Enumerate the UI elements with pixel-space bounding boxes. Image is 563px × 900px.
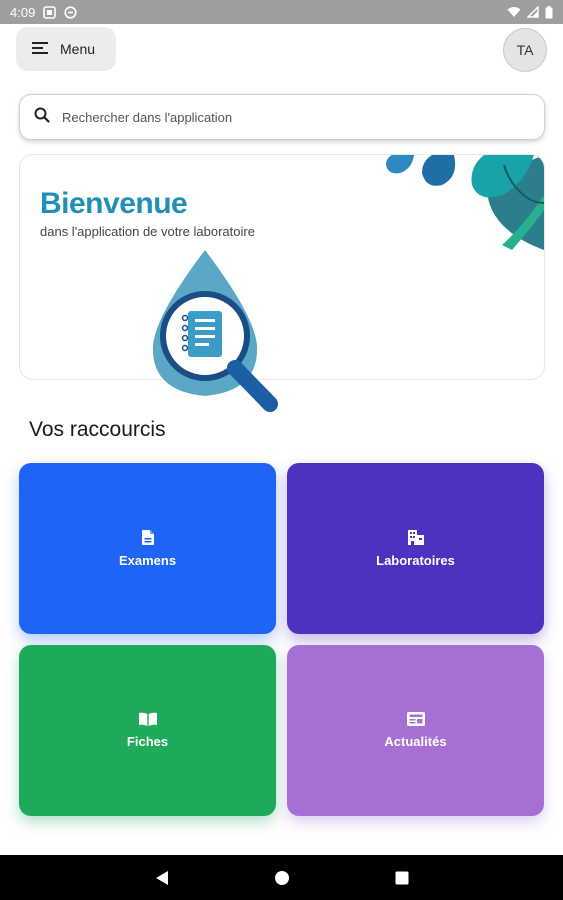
shortcut-examens[interactable]: Examens [19,463,276,634]
home-button[interactable] [222,855,342,900]
home-icon [274,870,289,885]
battery-icon [545,5,553,19]
shortcut-label: Actualités [384,734,447,749]
banner-title: Bienvenue [40,187,188,220]
navigation-bar [0,855,563,900]
book-icon [138,712,157,726]
shortcut-actualites[interactable]: Actualités [287,645,544,816]
shortcut-label: Examens [118,552,177,568]
shortcuts-title: Vos raccourcis [29,418,166,441]
shortcut-label: Fiches [126,734,169,749]
banner-subtitle: dans l'application de votre laboratoire [40,224,255,239]
notification-icon [43,5,57,19]
menu-button[interactable]: Menu [16,27,116,71]
shortcut-laboratoires[interactable]: Laboratoires [287,463,544,634]
avatar-initials: TA [516,42,534,58]
document-icon [141,529,154,545]
status-bar: 4:09 [0,0,563,24]
status-time: 4:09 [10,4,36,20]
sync-icon [64,5,77,19]
search-input[interactable] [62,109,502,125]
signal-icon [527,6,539,18]
recents-icon [395,871,408,884]
newspaper-icon [406,712,425,726]
menu-label: Menu [60,41,96,57]
wifi-icon [507,6,521,18]
back-icon [155,870,168,885]
search-icon [34,107,50,128]
recents-button[interactable] [342,855,462,900]
back-button[interactable] [102,855,222,900]
search-bar[interactable] [19,94,545,140]
hamburger-icon [32,41,50,58]
shortcut-fiches[interactable]: Fiches [19,645,276,816]
lab-drop-illustration [152,250,278,412]
shortcut-label: Laboratoires [376,552,455,568]
leaves-illustration [386,155,544,250]
building-icon [407,529,424,545]
avatar[interactable]: TA [503,28,547,72]
